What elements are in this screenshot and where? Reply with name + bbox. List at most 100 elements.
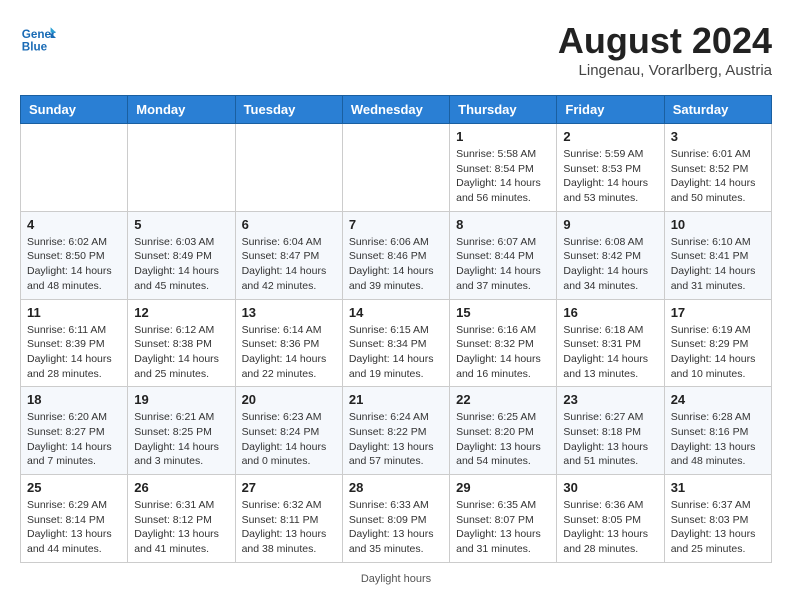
day-number: 8 <box>456 217 550 232</box>
calendar-cell: 14 Sunrise: 6:15 AM Sunset: 8:34 PM Dayli… <box>342 299 449 387</box>
day-number: 1 <box>456 129 550 144</box>
calendar-cell: 30Sunrise: 6:36 AM Sunset: 8:05 PM Dayli… <box>557 475 664 563</box>
calendar-cell: 6 Sunrise: 6:04 AM Sunset: 8:47 PM Daylig… <box>235 211 342 299</box>
calendar-cell: 11Sunrise: 6:11 AM Sunset: 8:39 PM Dayli… <box>21 299 128 387</box>
calendar-day-header: Friday <box>557 96 664 124</box>
day-info: Sunrise: 6:27 AM Sunset: 8:18 PM Dayligh… <box>563 410 657 469</box>
calendar-cell: 18 Sunrise: 6:20 AM Sunset: 8:27 PM Dayli… <box>21 387 128 475</box>
day-number: 3 <box>671 129 765 144</box>
day-number: 20 <box>242 392 336 407</box>
calendar-day-header: Sunday <box>21 96 128 124</box>
day-info: Sunrise: 6:16 AM Sunset: 8:32 PM Dayligh… <box>456 323 550 382</box>
day-number: 18 <box>27 392 121 407</box>
day-number: 10 <box>671 217 765 232</box>
day-number: 12 <box>134 305 228 320</box>
calendar-cell: 10 Sunrise: 6:10 AM Sunset: 8:41 PM Dayli… <box>664 211 771 299</box>
calendar-cell: 23 Sunrise: 6:27 AM Sunset: 8:18 PM Dayli… <box>557 387 664 475</box>
calendar-cell: 1 Sunrise: 5:58 AM Sunset: 8:54 PM Daylig… <box>450 124 557 212</box>
calendar-cell: 16 Sunrise: 6:18 AM Sunset: 8:31 PM Dayli… <box>557 299 664 387</box>
calendar-cell <box>21 124 128 212</box>
calendar-cell: 26 Sunrise: 6:31 AM Sunset: 8:12 PM Dayli… <box>128 475 235 563</box>
calendar-week-row: 1 Sunrise: 5:58 AM Sunset: 8:54 PM Daylig… <box>21 124 772 212</box>
day-info: Sunrise: 6:07 AM Sunset: 8:44 PM Dayligh… <box>456 235 550 294</box>
day-info: Sunrise: 6:35 AM Sunset: 8:07 PM Dayligh… <box>456 498 550 557</box>
day-info: Sunrise: 5:58 AM Sunset: 8:54 PM Dayligh… <box>456 147 550 206</box>
calendar-cell <box>235 124 342 212</box>
calendar-cell: 25 Sunrise: 6:29 AM Sunset: 8:14 PM Dayli… <box>21 475 128 563</box>
day-number: 29 <box>456 480 550 495</box>
calendar-day-header: Saturday <box>664 96 771 124</box>
day-info: Sunrise: 6:29 AM Sunset: 8:14 PM Dayligh… <box>27 498 121 557</box>
calendar-day-header: Tuesday <box>235 96 342 124</box>
calendar-cell: 21 Sunrise: 6:24 AM Sunset: 8:22 PM Dayli… <box>342 387 449 475</box>
calendar-cell: 12 Sunrise: 6:12 AM Sunset: 8:38 PM Dayli… <box>128 299 235 387</box>
calendar-cell: 31Sunrise: 6:37 AM Sunset: 8:03 PM Dayli… <box>664 475 771 563</box>
location-subtitle: Lingenau, Vorarlberg, Austria <box>558 62 772 79</box>
day-info: Sunrise: 6:28 AM Sunset: 8:16 PM Dayligh… <box>671 410 765 469</box>
day-info: Sunrise: 6:15 AM Sunset: 8:34 PM Dayligh… <box>349 323 443 382</box>
day-number: 28 <box>349 480 443 495</box>
day-number: 4 <box>27 217 121 232</box>
calendar-cell <box>128 124 235 212</box>
calendar-cell: 19Sunrise: 6:21 AM Sunset: 8:25 PM Dayli… <box>128 387 235 475</box>
day-info: Sunrise: 6:10 AM Sunset: 8:41 PM Dayligh… <box>671 235 765 294</box>
day-number: 25 <box>27 480 121 495</box>
day-number: 7 <box>349 217 443 232</box>
logo-icon: General Blue <box>20 20 56 56</box>
day-number: 23 <box>563 392 657 407</box>
day-number: 26 <box>134 480 228 495</box>
calendar-day-header: Monday <box>128 96 235 124</box>
day-info: Sunrise: 6:19 AM Sunset: 8:29 PM Dayligh… <box>671 323 765 382</box>
day-info: Sunrise: 6:14 AM Sunset: 8:36 PM Dayligh… <box>242 323 336 382</box>
day-info: Sunrise: 6:21 AM Sunset: 8:25 PM Dayligh… <box>134 410 228 469</box>
day-info: Sunrise: 6:02 AM Sunset: 8:50 PM Dayligh… <box>27 235 121 294</box>
calendar-week-row: 4 Sunrise: 6:02 AM Sunset: 8:50 PM Daylig… <box>21 211 772 299</box>
day-info: Sunrise: 6:08 AM Sunset: 8:42 PM Dayligh… <box>563 235 657 294</box>
day-number: 13 <box>242 305 336 320</box>
calendar-cell: 8 Sunrise: 6:07 AM Sunset: 8:44 PM Daylig… <box>450 211 557 299</box>
day-number: 9 <box>563 217 657 232</box>
day-info: Sunrise: 6:12 AM Sunset: 8:38 PM Dayligh… <box>134 323 228 382</box>
day-number: 22 <box>456 392 550 407</box>
day-number: 15 <box>456 305 550 320</box>
day-info: Sunrise: 6:06 AM Sunset: 8:46 PM Dayligh… <box>349 235 443 294</box>
day-info: Sunrise: 6:18 AM Sunset: 8:31 PM Dayligh… <box>563 323 657 382</box>
calendar-cell: 22 Sunrise: 6:25 AM Sunset: 8:20 PM Dayli… <box>450 387 557 475</box>
day-info: Sunrise: 5:59 AM Sunset: 8:53 PM Dayligh… <box>563 147 657 206</box>
day-number: 27 <box>242 480 336 495</box>
day-info: Sunrise: 6:25 AM Sunset: 8:20 PM Dayligh… <box>456 410 550 469</box>
day-number: 21 <box>349 392 443 407</box>
footer-daylight: Daylight hours <box>20 573 772 585</box>
day-info: Sunrise: 6:01 AM Sunset: 8:52 PM Dayligh… <box>671 147 765 206</box>
calendar-cell: 15 Sunrise: 6:16 AM Sunset: 8:32 PM Dayli… <box>450 299 557 387</box>
day-number: 11 <box>27 305 121 320</box>
calendar-cell: 2Sunrise: 5:59 AM Sunset: 8:53 PM Daylig… <box>557 124 664 212</box>
calendar-cell: 13 Sunrise: 6:14 AM Sunset: 8:36 PM Dayli… <box>235 299 342 387</box>
day-number: 17 <box>671 305 765 320</box>
day-number: 16 <box>563 305 657 320</box>
calendar-cell <box>342 124 449 212</box>
calendar-header-row: SundayMondayTuesdayWednesdayThursdayFrid… <box>21 96 772 124</box>
calendar-week-row: 25 Sunrise: 6:29 AM Sunset: 8:14 PM Dayli… <box>21 475 772 563</box>
logo: General Blue <box>20 20 56 56</box>
day-number: 31 <box>671 480 765 495</box>
month-year-title: August 2024 <box>558 20 772 62</box>
calendar-cell: 24Sunrise: 6:28 AM Sunset: 8:16 PM Dayli… <box>664 387 771 475</box>
day-info: Sunrise: 6:32 AM Sunset: 8:11 PM Dayligh… <box>242 498 336 557</box>
calendar-cell: 17 Sunrise: 6:19 AM Sunset: 8:29 PM Dayli… <box>664 299 771 387</box>
day-number: 14 <box>349 305 443 320</box>
day-number: 30 <box>563 480 657 495</box>
day-info: Sunrise: 6:20 AM Sunset: 8:27 PM Dayligh… <box>27 410 121 469</box>
day-info: Sunrise: 6:31 AM Sunset: 8:12 PM Dayligh… <box>134 498 228 557</box>
day-info: Sunrise: 6:23 AM Sunset: 8:24 PM Dayligh… <box>242 410 336 469</box>
day-info: Sunrise: 6:03 AM Sunset: 8:49 PM Dayligh… <box>134 235 228 294</box>
calendar-cell: 28Sunrise: 6:33 AM Sunset: 8:09 PM Dayli… <box>342 475 449 563</box>
calendar-cell: 7 Sunrise: 6:06 AM Sunset: 8:46 PM Daylig… <box>342 211 449 299</box>
day-number: 6 <box>242 217 336 232</box>
calendar-cell: 3 Sunrise: 6:01 AM Sunset: 8:52 PM Daylig… <box>664 124 771 212</box>
calendar-cell: 4 Sunrise: 6:02 AM Sunset: 8:50 PM Daylig… <box>21 211 128 299</box>
calendar-cell: 5Sunrise: 6:03 AM Sunset: 8:49 PM Daylig… <box>128 211 235 299</box>
calendar-week-row: 11Sunrise: 6:11 AM Sunset: 8:39 PM Dayli… <box>21 299 772 387</box>
day-info: Sunrise: 6:04 AM Sunset: 8:47 PM Dayligh… <box>242 235 336 294</box>
day-info: Sunrise: 6:24 AM Sunset: 8:22 PM Dayligh… <box>349 410 443 469</box>
